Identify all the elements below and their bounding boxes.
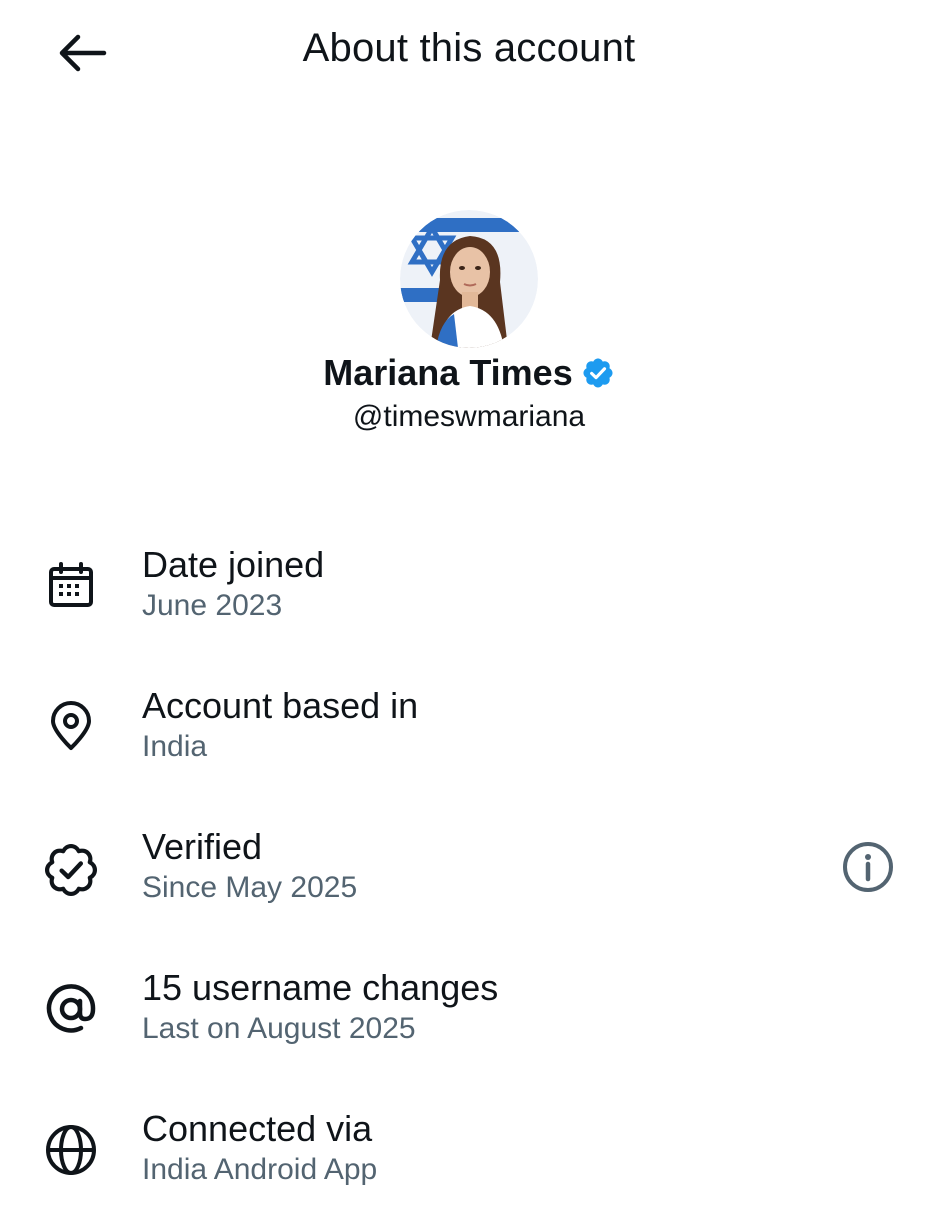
name-row: Mariana Times bbox=[0, 350, 938, 396]
info-value: India bbox=[142, 730, 208, 763]
info-title: Account based in bbox=[142, 685, 419, 726]
info-title: 15 username changes bbox=[142, 967, 499, 1008]
page-title: About this account bbox=[302, 26, 636, 70]
info-text: Date joined June 2023 bbox=[142, 543, 324, 625]
info-title: Verified bbox=[142, 826, 263, 867]
avatar[interactable] bbox=[400, 210, 538, 348]
profile-section: Mariana Times @timeswmariana bbox=[0, 210, 938, 434]
location-pin-icon bbox=[40, 696, 102, 758]
info-value: June 2023 bbox=[142, 589, 283, 622]
info-text: Connected via India Android App bbox=[142, 1107, 377, 1189]
verified-badge-icon bbox=[40, 839, 102, 901]
verified-info-button[interactable] bbox=[838, 837, 898, 897]
globe-icon bbox=[40, 1119, 102, 1181]
info-icon bbox=[843, 842, 893, 892]
calendar-icon bbox=[40, 555, 102, 617]
header: About this account bbox=[0, 0, 938, 110]
info-text: Account based in India bbox=[142, 684, 418, 766]
info-row-connected-via: Connected via India Android App bbox=[0, 1099, 938, 1209]
info-row-account-based-in: Account based in India bbox=[0, 676, 938, 786]
at-sign-icon bbox=[40, 978, 102, 1040]
info-row-date-joined: Date joined June 2023 bbox=[0, 535, 938, 645]
info-row-verified: Verified Since May 2025 bbox=[0, 817, 938, 927]
handle: @timeswmariana bbox=[352, 400, 586, 433]
info-title: Connected via bbox=[142, 1108, 373, 1149]
info-title: Date joined bbox=[142, 544, 325, 585]
display-name: Mariana Times bbox=[323, 352, 573, 393]
verified-checkmark-icon[interactable] bbox=[581, 356, 615, 390]
info-value: India Android App bbox=[142, 1153, 378, 1186]
info-text: 15 username changes Last on August 2025 bbox=[142, 966, 498, 1048]
info-text: Verified Since May 2025 bbox=[142, 825, 357, 907]
info-row-username-changes: 15 username changes Last on August 2025 bbox=[0, 958, 938, 1068]
info-value: Last on August 2025 bbox=[142, 1012, 416, 1045]
info-value: Since May 2025 bbox=[142, 871, 358, 904]
